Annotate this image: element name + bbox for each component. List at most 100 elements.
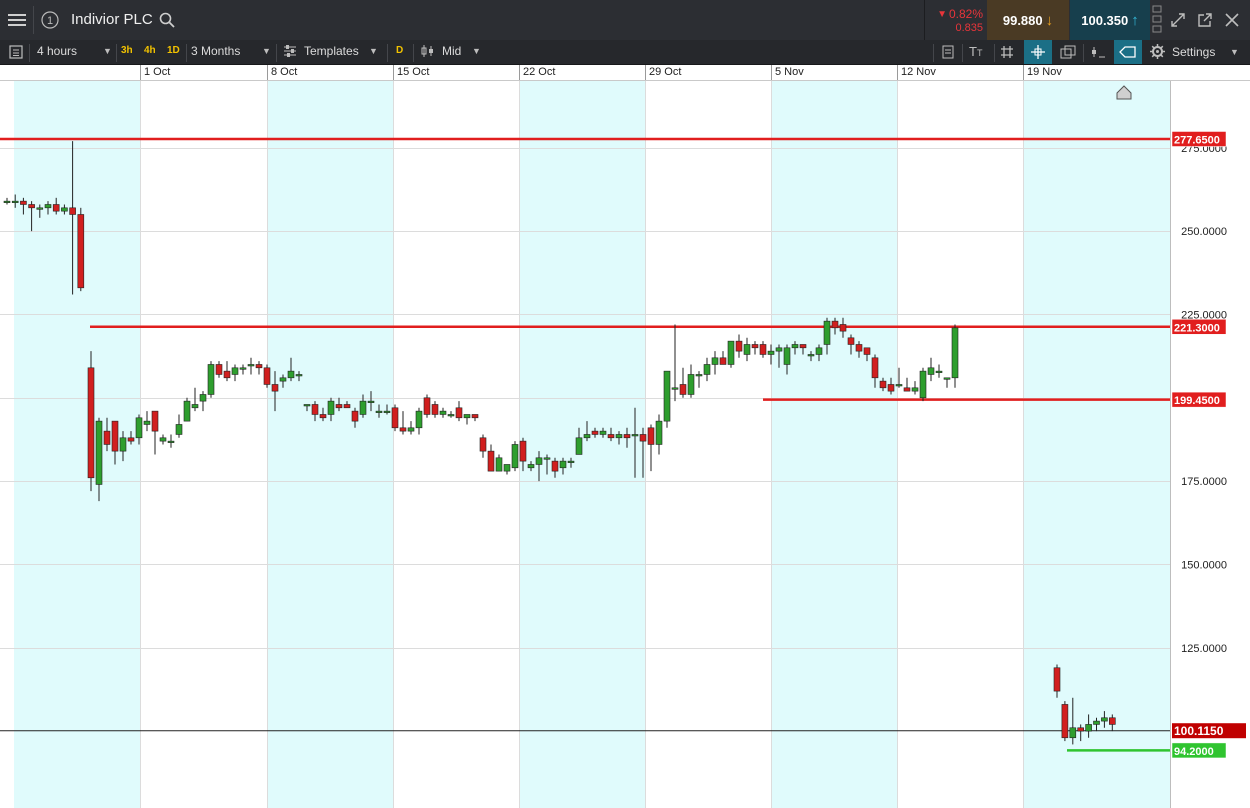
price-level-badge[interactable]: 94.2000 (1171, 742, 1227, 759)
price-level-badge[interactable]: 277.6500 (1171, 131, 1227, 147)
price-badge-label: 94.2000 (1174, 746, 1214, 758)
candle (703, 357, 711, 382)
menu-button[interactable] (6, 9, 28, 31)
candle (151, 410, 159, 455)
change-box: ▼ 0.82% 0.835 (924, 0, 987, 40)
alert-button[interactable] (1114, 40, 1142, 64)
week-band (267, 81, 393, 808)
chevron-down-icon: ▼ (103, 46, 112, 56)
interval-dropdown[interactable]: 4 hours ▼ (37, 44, 113, 58)
candle (175, 414, 183, 438)
grid-button[interactable] (1000, 45, 1014, 59)
candle (727, 340, 735, 368)
sell-button[interactable]: 99.880 ↓ (987, 0, 1069, 40)
week-band (771, 81, 897, 808)
date-tick (1023, 65, 1024, 80)
list-button[interactable] (9, 45, 23, 59)
candle (77, 207, 85, 292)
search-icon (159, 12, 175, 28)
candle (159, 434, 167, 445)
candle (167, 434, 175, 448)
divider (1083, 44, 1084, 62)
grip-icon (1152, 5, 1162, 33)
candle (255, 361, 263, 375)
candle (463, 414, 471, 425)
price-chart[interactable]: 275.0000250.0000225.0000175.0000150.0000… (0, 81, 1250, 808)
date-label-19-nov: 19 Nov (1027, 66, 1062, 78)
current-price-badge[interactable]: 100.1150 (1172, 723, 1246, 739)
search-button[interactable] (159, 12, 175, 28)
candle (695, 371, 703, 388)
price-level-badge[interactable]: 199.4500 (1171, 391, 1227, 408)
range-value: 3 Months (191, 44, 241, 58)
quick-interval-3h[interactable]: 3h (121, 45, 133, 56)
divider (33, 6, 34, 34)
change-pct: 0.82% (948, 7, 983, 21)
top-bar: 1 Indivior PLC ▼ 0.82% 0.835 99.880 ↓ 10… (0, 0, 1250, 41)
circled-one-icon: 1 (41, 11, 59, 29)
hash-icon (1001, 46, 1013, 58)
candle (415, 407, 423, 435)
quick-interval-4h[interactable]: 4h (144, 45, 156, 56)
candle (455, 401, 463, 422)
draw-button[interactable] (1091, 45, 1107, 59)
price-level-badge[interactable]: 221.3000 (1171, 319, 1227, 335)
divider (276, 44, 277, 62)
week-band (1023, 81, 1170, 808)
range-dropdown[interactable]: 3 Months ▼ (191, 44, 273, 58)
candle (735, 334, 743, 358)
d-button[interactable]: D (396, 45, 403, 56)
price-type-dropdown[interactable]: Mid ▼ (420, 44, 486, 58)
quick-interval-1d[interactable]: 1D (167, 45, 180, 56)
candle (439, 407, 447, 418)
candle (719, 351, 727, 365)
settings-button[interactable]: Settings ▼ (1150, 44, 1244, 59)
date-tick (897, 65, 898, 80)
candle (951, 324, 959, 388)
crosshair-button[interactable] (1024, 40, 1052, 64)
chevron-down-icon: ▼ (262, 46, 271, 56)
gear-icon (1150, 44, 1165, 59)
candle (207, 361, 215, 398)
compare-button[interactable] (1060, 45, 1076, 59)
templates-dropdown[interactable]: Templates ▼ (283, 44, 383, 58)
popout-icon (1198, 13, 1212, 27)
date-axis: 1 Oct 8 Oct 15 Oct 22 Oct 29 Oct 5 Nov 1… (0, 65, 1250, 81)
date-tick (645, 65, 646, 80)
candle (191, 387, 199, 412)
instrument-name[interactable]: Indivior PLC (71, 11, 153, 28)
price-badge-label: 199.4500 (1174, 395, 1220, 407)
buy-button[interactable]: 100.350 ↑ (1070, 0, 1150, 40)
candle (3, 197, 11, 205)
divider (994, 44, 995, 62)
y-tick-label: 150.0000 (1181, 559, 1227, 571)
price-type-value: Mid (442, 44, 462, 58)
candle (927, 357, 935, 382)
indicator-list-button[interactable] (941, 45, 955, 59)
candle (479, 434, 487, 458)
chart-toolbar: 4 hours ▼ 3h 4h 1D 3 Months ▼ Templates … (0, 40, 1250, 65)
chart-number-button[interactable]: 1 (40, 10, 60, 30)
candle (247, 357, 255, 375)
svg-text:1: 1 (47, 15, 53, 27)
y-tick-label: 250.0000 (1181, 226, 1227, 238)
popout-button[interactable] (1197, 12, 1213, 28)
divider (413, 44, 414, 62)
candle (711, 351, 719, 375)
candle (399, 411, 407, 435)
interval-value: 4 hours (37, 44, 78, 58)
close-icon (1225, 13, 1239, 27)
date-tick (519, 65, 520, 80)
candle (647, 424, 655, 472)
date-label-22-oct: 22 Oct (523, 66, 556, 78)
candle (663, 370, 671, 428)
text-tool-button[interactable]: TT (969, 44, 982, 59)
change-abs: 0.835 (955, 22, 983, 34)
close-button[interactable] (1224, 12, 1240, 28)
candle (183, 397, 191, 422)
candle (223, 361, 231, 382)
panel-handle[interactable] (1152, 4, 1162, 36)
expand-button[interactable] (1170, 12, 1186, 28)
date-tick (393, 65, 394, 80)
candle (239, 364, 247, 375)
